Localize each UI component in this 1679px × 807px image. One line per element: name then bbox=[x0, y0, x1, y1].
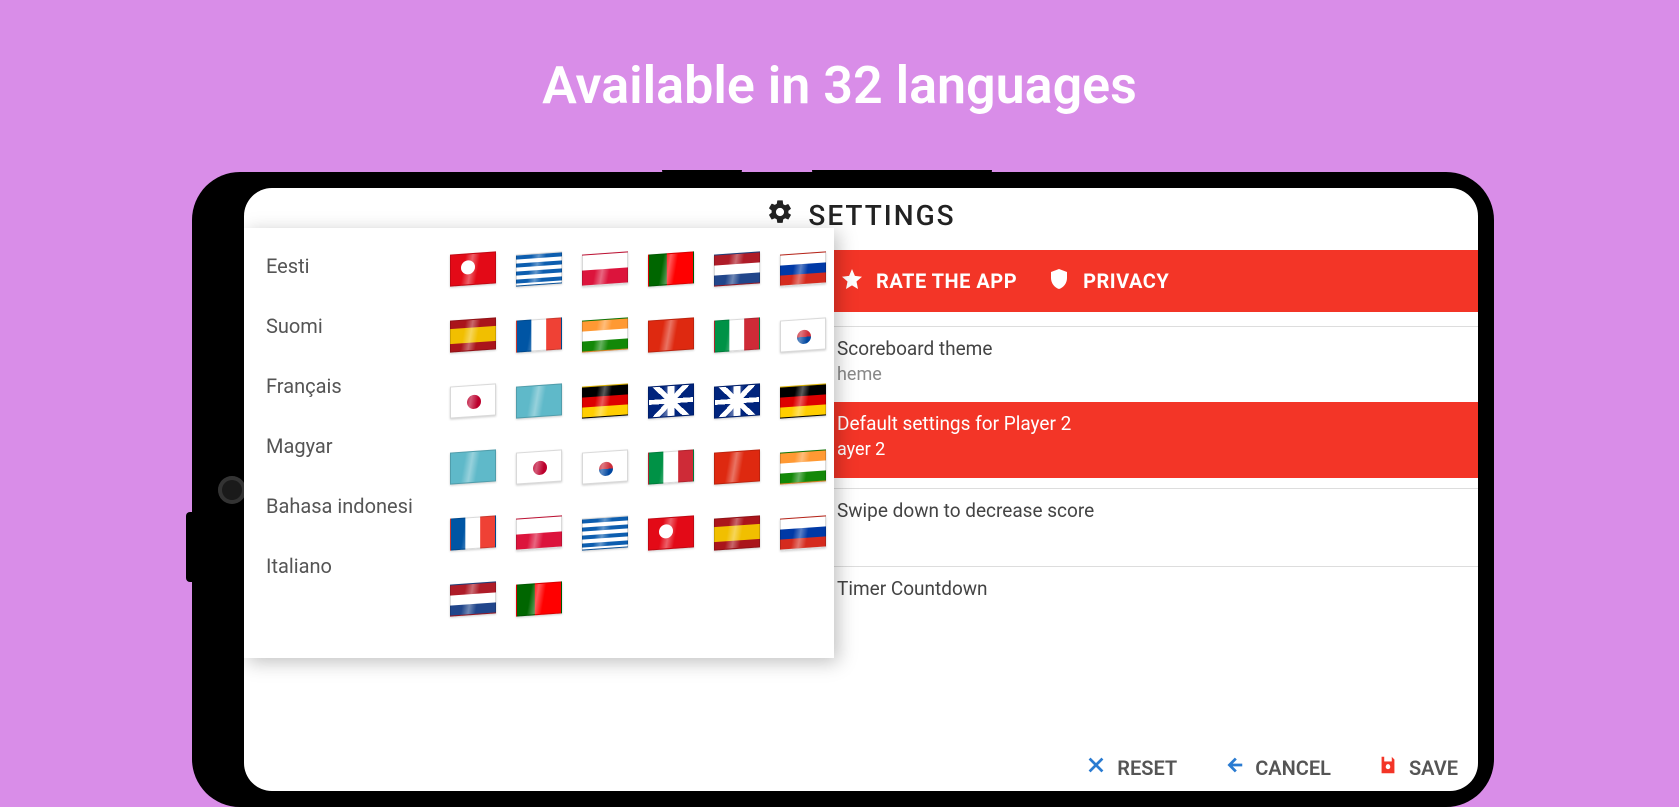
flag-de-icon[interactable] bbox=[780, 383, 826, 418]
flag-fr-icon[interactable] bbox=[450, 515, 496, 550]
language-option[interactable]: Français bbox=[266, 356, 444, 416]
flag-pt-icon[interactable] bbox=[516, 581, 562, 616]
phone-frame: SETTINGS RATE THE APP PRIVACY Scoreboard… bbox=[192, 172, 1494, 807]
footer-actions: RESET CANCEL SAVE bbox=[1085, 754, 1458, 781]
flag-nl-icon[interactable] bbox=[714, 251, 760, 286]
rate-app-label: RATE THE APP bbox=[876, 269, 1017, 293]
page-headline: Available in 32 languages bbox=[0, 0, 1679, 116]
phone-camera bbox=[218, 476, 246, 504]
language-option[interactable]: Bahasa indonesi bbox=[266, 476, 444, 536]
reset-label: RESET bbox=[1117, 756, 1177, 780]
flag-gr-icon[interactable] bbox=[582, 515, 628, 550]
setting-label: Swipe down to decrease score bbox=[837, 499, 1466, 522]
flag-pl-icon[interactable] bbox=[582, 251, 628, 286]
flag-kr-icon[interactable] bbox=[780, 317, 826, 352]
setting-label: Timer Countdown bbox=[837, 577, 1466, 600]
save-button[interactable]: SAVE bbox=[1377, 754, 1458, 781]
top-action-bar: RATE THE APP PRIVACY bbox=[818, 250, 1478, 312]
setting-player2-defaults[interactable]: Default settings for Player 2 ayer 2 bbox=[833, 402, 1478, 478]
flag-in-icon[interactable] bbox=[582, 317, 628, 352]
setting-scoreboard-theme[interactable]: Scoreboard theme heme bbox=[833, 326, 1478, 395]
shield-icon bbox=[1047, 267, 1071, 296]
language-list[interactable]: EestiSuomiFrançaisMagyarBahasa indonesiI… bbox=[244, 228, 444, 658]
cancel-label: CANCEL bbox=[1255, 756, 1331, 780]
flag-jp-icon[interactable] bbox=[516, 449, 562, 484]
flag-it-icon[interactable] bbox=[714, 317, 760, 352]
language-option[interactable]: Italiano bbox=[266, 536, 444, 596]
flag-gb-icon[interactable] bbox=[714, 383, 760, 418]
setting-timer-countdown[interactable]: Timer Countdown bbox=[833, 566, 1478, 610]
privacy-label: PRIVACY bbox=[1083, 269, 1169, 293]
flag-ru-icon[interactable] bbox=[780, 515, 826, 550]
flag-cn-icon[interactable] bbox=[648, 317, 694, 352]
phone-notch bbox=[662, 170, 742, 176]
language-option[interactable]: Suomi bbox=[266, 296, 444, 356]
language-option[interactable]: Magyar bbox=[266, 416, 444, 476]
flag-ru-icon[interactable] bbox=[780, 251, 826, 286]
flag-es-icon[interactable] bbox=[714, 515, 760, 550]
phone-side-button bbox=[186, 512, 192, 582]
cancel-button[interactable]: CANCEL bbox=[1223, 754, 1331, 781]
flag-fr-icon[interactable] bbox=[516, 317, 562, 352]
settings-title: SETTINGS bbox=[808, 199, 955, 232]
flag-pl-icon[interactable] bbox=[516, 515, 562, 550]
setting-label: Default settings for Player 2 bbox=[837, 412, 1466, 435]
flag-wo-icon[interactable] bbox=[450, 449, 496, 484]
flag-de-icon[interactable] bbox=[582, 383, 628, 418]
setting-sub: ayer 2 bbox=[837, 439, 1466, 460]
flag-gb-icon[interactable] bbox=[648, 383, 694, 418]
privacy-button[interactable]: PRIVACY bbox=[1047, 267, 1169, 296]
flag-wo-icon[interactable] bbox=[516, 383, 562, 418]
setting-label: Scoreboard theme bbox=[837, 337, 1466, 360]
flag-tr-icon[interactable] bbox=[450, 251, 496, 286]
setting-swipe-decrease[interactable]: Swipe down to decrease score bbox=[833, 488, 1478, 532]
app-screen: SETTINGS RATE THE APP PRIVACY Scoreboard… bbox=[244, 188, 1478, 791]
language-option[interactable]: Eesti bbox=[266, 236, 444, 296]
flag-in-icon[interactable] bbox=[780, 449, 826, 484]
phone-notch bbox=[812, 170, 992, 178]
flag-cn-icon[interactable] bbox=[714, 449, 760, 484]
flag-it-icon[interactable] bbox=[648, 449, 694, 484]
flag-jp-icon[interactable] bbox=[450, 383, 496, 418]
rate-app-button[interactable]: RATE THE APP bbox=[840, 267, 1017, 296]
flag-nl-icon[interactable] bbox=[450, 581, 496, 616]
flag-es-icon[interactable] bbox=[450, 317, 496, 352]
language-popup: EestiSuomiFrançaisMagyarBahasa indonesiI… bbox=[244, 228, 834, 658]
flag-tr-icon[interactable] bbox=[648, 515, 694, 550]
flag-gr-icon[interactable] bbox=[516, 251, 562, 286]
star-icon bbox=[840, 267, 864, 296]
setting-sub: heme bbox=[837, 364, 1466, 385]
flag-grid[interactable] bbox=[444, 238, 832, 630]
save-label: SAVE bbox=[1409, 756, 1458, 780]
flag-pt-icon[interactable] bbox=[648, 251, 694, 286]
save-icon bbox=[1377, 754, 1399, 781]
arrow-left-icon bbox=[1223, 754, 1245, 781]
close-icon bbox=[1085, 754, 1107, 781]
flag-kr-icon[interactable] bbox=[582, 449, 628, 484]
reset-button[interactable]: RESET bbox=[1085, 754, 1177, 781]
